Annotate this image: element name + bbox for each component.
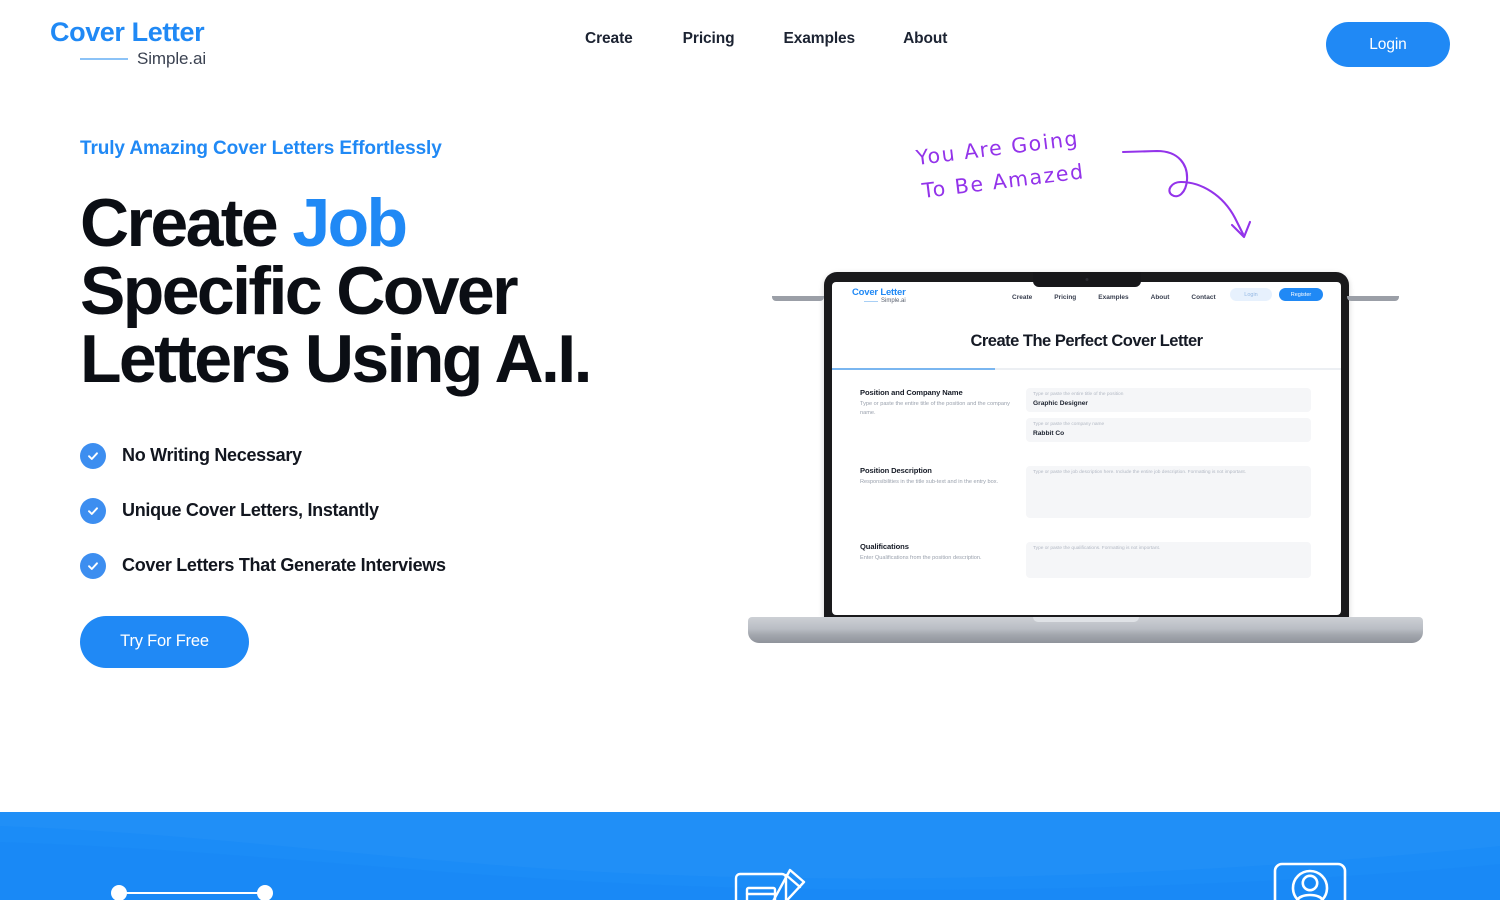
mockup-logo: Cover Letter Simple.ai: [852, 287, 906, 304]
laptop-base: [748, 617, 1423, 643]
laptop-foot-left: [772, 296, 824, 301]
feature-label: Unique Cover Letters, Instantly: [122, 500, 379, 521]
mockup-section-title: Qualifications: [860, 542, 909, 552]
document-pencil-icon: [733, 868, 811, 900]
mockup-section-label-col: Position and Company Name Type or paste …: [860, 388, 1010, 448]
logo-primary-text: Cover Letter: [50, 17, 205, 47]
step-dot-2[interactable]: [257, 885, 273, 900]
check-icon: [80, 442, 106, 469]
step-dot-1[interactable]: [111, 885, 127, 900]
mockup-nav-item-about[interactable]: About: [1151, 294, 1170, 301]
mockup-section-fields: Type or paste the entire title of the po…: [1026, 388, 1311, 448]
mockup-section-help: Type or paste the entire title of the po…: [860, 401, 1010, 416]
check-icon: [80, 552, 106, 579]
laptop-mockup: Cover Letter Simple.ai Create Pricing Ex…: [748, 272, 1423, 652]
laptop-notch-icon: [1032, 272, 1141, 287]
logo-secondary-text: Simple.ai: [137, 48, 207, 68]
logo-secondary-row: Simple.ai: [50, 49, 280, 69]
step-connector-line: [117, 892, 269, 894]
user-card-icon: [1272, 861, 1348, 900]
mockup-input-placeholder: Type or paste the qualifications. Format…: [1033, 546, 1161, 552]
list-item: Unique Cover Letters, Instantly: [80, 497, 720, 524]
mockup-form-section-qualifications: Qualifications Enter Qualifications from…: [860, 542, 1311, 584]
hero-title-line3: Letters Using A.I.: [80, 320, 592, 397]
step-progress-icon: [105, 885, 285, 900]
mockup-logo-secondary: Simple.ai: [881, 298, 906, 305]
hero-title-line2: Specific Cover: [80, 252, 519, 329]
mockup-nav-item-contact[interactable]: Contact: [1191, 294, 1215, 301]
hero-feature-list: No Writing Necessary Unique Cover Letter…: [80, 442, 720, 579]
mockup-section-fields: Type or paste the job description here. …: [1026, 466, 1311, 524]
mockup-section-title: Position and Company Name: [860, 388, 963, 397]
mockup-input-value: Graphic Designer: [1033, 400, 1088, 408]
mockup-form: Position and Company Name Type or paste …: [832, 370, 1341, 584]
mockup-section-label-col: Qualifications Enter Qualifications from…: [860, 542, 1010, 584]
mockup-section-fields: Type or paste the qualifications. Format…: [1026, 542, 1311, 584]
laptop-screen: Cover Letter Simple.ai Create Pricing Ex…: [832, 282, 1341, 615]
mockup-section-title: Position Description: [860, 466, 932, 476]
nav-item-create[interactable]: Create: [585, 30, 683, 48]
mockup-nav-links: Create Pricing Examples About Contact: [1012, 294, 1216, 301]
laptop-lid: Cover Letter Simple.ai Create Pricing Ex…: [824, 272, 1349, 620]
mockup-section-help: Enter Qualifications from the position d…: [860, 555, 982, 562]
annotation-line-2: To Be Amazed: [920, 159, 1086, 203]
mockup-page-title: Create The Perfect Cover Letter: [970, 332, 1203, 350]
site-logo[interactable]: Cover Letter Simple.ai: [50, 17, 280, 72]
mockup-section-help: Responsibilities in the title sub-text a…: [860, 479, 999, 486]
mockup-job-description-textarea[interactable]: Type or paste the job description here. …: [1026, 466, 1311, 519]
nav-item-about[interactable]: About: [903, 30, 947, 48]
mockup-logo-secondary-row: Simple.ai: [852, 298, 906, 304]
list-item: No Writing Necessary: [80, 442, 720, 469]
mockup-login-button[interactable]: Login: [1230, 288, 1272, 301]
main-navigation: Create Pricing Examples About: [585, 30, 947, 48]
mockup-position-title-input[interactable]: Type or paste the entire title of the po…: [1026, 388, 1311, 413]
login-button[interactable]: Login: [1326, 22, 1450, 67]
annotation-line-1: You Are Going: [914, 126, 1081, 170]
hero-content: Truly Amazing Cover Letters Effortlessly…: [80, 138, 720, 668]
mockup-form-section-position: Position and Company Name Type or paste …: [860, 388, 1311, 448]
feature-label: No Writing Necessary: [122, 445, 302, 466]
mockup-logo-primary: Cover Letter: [852, 287, 906, 298]
mockup-input-placeholder: Type or paste the job description here. …: [1033, 470, 1247, 476]
try-for-free-button[interactable]: Try For Free: [80, 615, 249, 668]
nav-item-examples[interactable]: Examples: [784, 30, 904, 48]
check-icon: [80, 497, 106, 524]
mockup-nav-item-create[interactable]: Create: [1012, 294, 1032, 301]
mockup-auth-buttons: Login Register: [1230, 288, 1323, 301]
mockup-register-button[interactable]: Register: [1279, 288, 1323, 301]
mockup-logo-rule-icon: [864, 300, 878, 302]
landing-page: Cover Letter Simple.ai Create Pricing Ex…: [0, 0, 1500, 900]
site-header: Cover Letter Simple.ai Create Pricing Ex…: [0, 0, 1500, 90]
mockup-progress-bar: [832, 368, 1341, 370]
curved-arrow-icon: [1121, 149, 1252, 239]
mockup-input-value: Rabbit Co: [1033, 430, 1065, 438]
hero-title: Create Job Specific Cover Letters Using …: [80, 189, 720, 393]
mockup-input-placeholder: Type or paste the company name: [1033, 422, 1105, 428]
mockup-navbar: Cover Letter Simple.ai Create Pricing Ex…: [832, 282, 1341, 318]
mockup-qualifications-textarea[interactable]: Type or paste the qualifications. Format…: [1026, 542, 1311, 579]
mockup-progress-fill: [832, 368, 995, 370]
hero-title-line1-plain: Create: [80, 184, 293, 261]
hero-eyebrow: Truly Amazing Cover Letters Effortlessly: [80, 138, 442, 159]
nav-item-pricing[interactable]: Pricing: [683, 30, 784, 48]
mockup-section-label-col: Position Description Responsibilities in…: [860, 466, 1010, 524]
logo-rule-icon: [80, 57, 128, 60]
handwritten-annotation: You Are Going To Be Amazed: [895, 125, 1275, 265]
mockup-company-name-input[interactable]: Type or paste the company name Rabbit Co: [1026, 418, 1311, 443]
laptop-foot-right: [1347, 296, 1399, 301]
mockup-nav-item-examples[interactable]: Examples: [1098, 294, 1128, 301]
mockup-nav-item-pricing[interactable]: Pricing: [1054, 294, 1076, 301]
hero-title-accent: Job: [292, 184, 408, 261]
mockup-form-section-description: Position Description Responsibilities in…: [860, 466, 1311, 524]
feature-label: Cover Letters That Generate Interviews: [122, 555, 446, 576]
mockup-input-placeholder: Type or paste the entire title of the po…: [1033, 392, 1124, 397]
list-item: Cover Letters That Generate Interviews: [80, 552, 720, 579]
